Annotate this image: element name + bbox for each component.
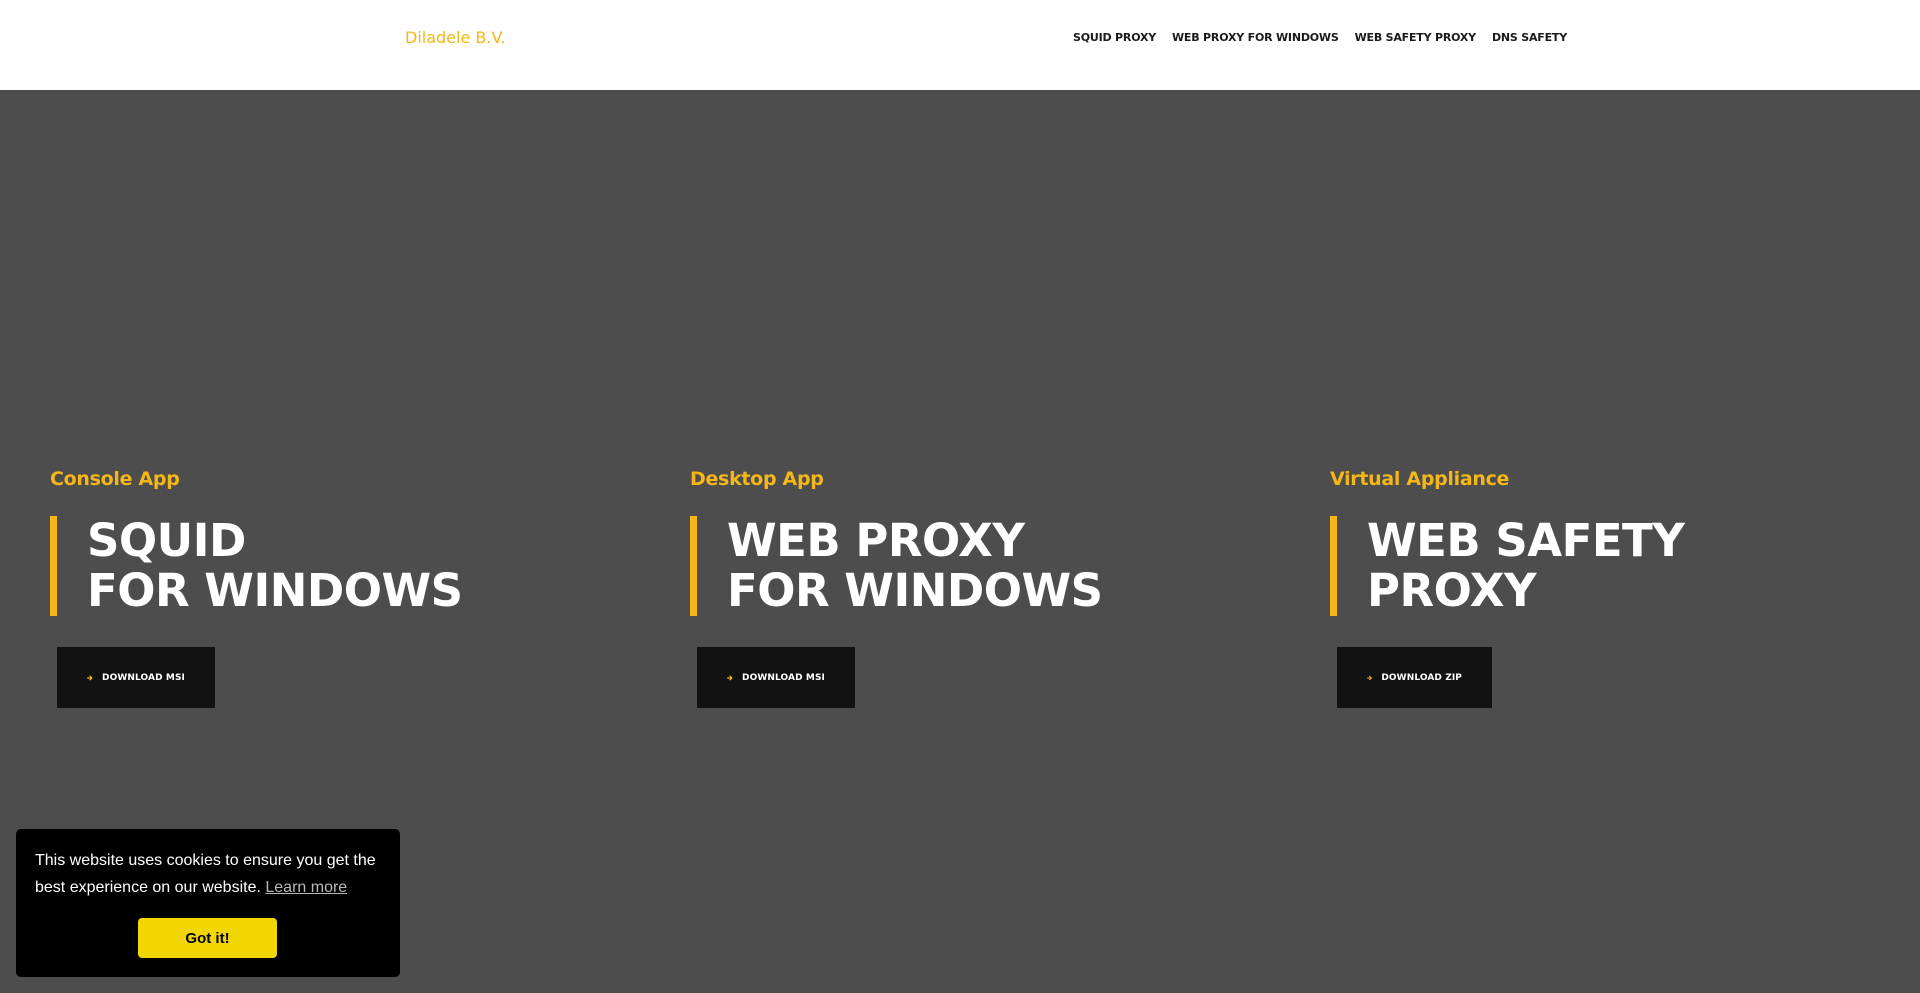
product-title: WEB PROXY FOR WINDOWS — [727, 516, 1290, 616]
product-title-line-1: SQUID — [87, 514, 246, 567]
product-title-block: SQUID FOR WINDOWS — [50, 516, 650, 616]
download-button-label: DOWNLOAD ZIP — [1381, 672, 1462, 683]
product-title-line-2: PROXY — [1367, 564, 1537, 617]
product-title-block: WEB SAFETY PROXY — [1330, 516, 1920, 616]
nav-item-web-proxy-for-windows[interactable]: WEB PROXY FOR WINDOWS — [1172, 31, 1339, 44]
arrow-right-icon — [727, 675, 733, 680]
download-zip-button[interactable]: DOWNLOAD ZIP — [1337, 647, 1492, 708]
arrow-right-icon — [87, 675, 93, 680]
learn-more-link[interactable]: Learn more — [265, 879, 347, 896]
nav-item-dns-safety[interactable]: DNS SAFETY — [1492, 31, 1567, 44]
product-title-line-2: FOR WINDOWS — [727, 564, 1103, 617]
product-title: SQUID FOR WINDOWS — [87, 516, 650, 616]
arrow-right-icon — [1367, 675, 1372, 680]
download-button-label: DOWNLOAD MSI — [742, 672, 825, 683]
cookie-message: This website uses cookies to ensure you … — [35, 847, 381, 901]
product-virtual-appliance: Virtual Appliance WEB SAFETY PROXY DOWNL… — [1330, 467, 1920, 708]
product-subtitle: Virtual Appliance — [1330, 468, 1510, 490]
product-title-line-2: FOR WINDOWS — [87, 564, 463, 617]
download-button-label: DOWNLOAD MSI — [102, 672, 185, 683]
download-msi-button[interactable]: DOWNLOAD MSI — [57, 647, 215, 708]
cookie-accept-button[interactable]: Got it! — [138, 918, 277, 958]
download-msi-button[interactable]: DOWNLOAD MSI — [697, 647, 855, 708]
product-title: WEB SAFETY PROXY — [1367, 516, 1920, 616]
site-header: Diladele B.V. SQUID PROXY WEB PROXY FOR … — [0, 0, 1920, 90]
product-desktop-app: Desktop App WEB PROXY FOR WINDOWS DOWNLO… — [690, 467, 1290, 708]
product-subtitle: Desktop App — [690, 468, 824, 490]
main-nav: SQUID PROXY WEB PROXY FOR WINDOWS WEB SA… — [1073, 31, 1567, 44]
product-title-line-1: WEB PROXY — [727, 514, 1025, 567]
product-subtitle: Console App — [50, 468, 180, 490]
product-title-block: WEB PROXY FOR WINDOWS — [690, 516, 1290, 616]
product-console-app: Console App SQUID FOR WINDOWS DOWNLOAD M… — [50, 467, 650, 708]
product-title-line-1: WEB SAFETY — [1367, 514, 1685, 567]
nav-item-web-safety-proxy[interactable]: WEB SAFETY PROXY — [1355, 31, 1477, 44]
brand-logo-link[interactable]: Diladele B.V. — [405, 28, 505, 47]
nav-item-squid-proxy[interactable]: SQUID PROXY — [1073, 31, 1156, 44]
cookie-consent-banner: This website uses cookies to ensure you … — [16, 829, 400, 977]
